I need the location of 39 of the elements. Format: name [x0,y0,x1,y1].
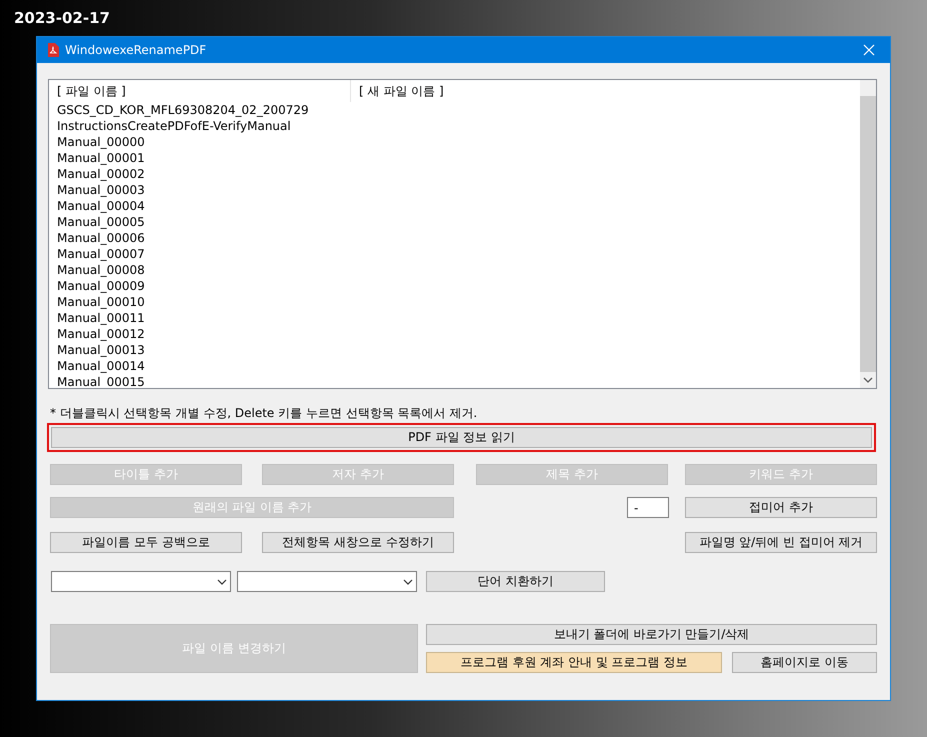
file-name[interactable]: Manual_00015 [49,374,860,388]
file-name[interactable]: Manual_00010 [49,294,860,310]
read-pdf-button[interactable]: PDF 파일 정보 읽기 [51,427,872,448]
send-to-shortcut-button[interactable]: 보내기 폴더에 바로가기 만들기/삭제 [426,624,877,645]
chevron-down-icon [403,578,413,584]
file-name[interactable]: Manual_00006 [49,230,860,246]
column-header[interactable]: [ 새 파일 이름 ] [351,80,444,102]
file-name[interactable]: Manual_00008 [49,262,860,278]
file-name[interactable]: GSCS_CD_KOR_MFL69308204_02_200729 [49,102,860,118]
scrollbar[interactable] [860,80,876,388]
file-name[interactable]: Manual_00011 [49,310,860,326]
file-name[interactable]: Manual_00007 [49,246,860,262]
hint-text: * 더블클릭시 선택항목 개별 수정, Delete 키를 누르면 선택항목 목록에서 제거. [50,405,478,421]
file-name[interactable]: Manual_00001 [49,150,860,166]
file-name[interactable]: Manual_00003 [49,182,860,198]
file-name[interactable]: Manual_00013 [49,342,860,358]
word-dropdown[interactable] [51,571,231,592]
file-name[interactable]: Manual_00002 [49,166,860,182]
column-header[interactable]: [ 파일 이름 ] [49,80,351,102]
add-suffix-button[interactable]: 접미어 추가 [685,497,877,518]
file-name[interactable]: Manual_00014 [49,358,860,374]
window-title: WindowexeRenamePDF [65,43,208,57]
file-name[interactable]: Manual_00004 [49,198,860,214]
file-name[interactable]: Manual_00005 [49,214,860,230]
chevron-down-icon [217,578,227,584]
program-info-button[interactable]: 프로그램 후원 계좌 안내 및 프로그램 정보 [426,652,722,673]
homepage-button[interactable]: 홈페이지로 이동 [732,652,877,673]
file-name[interactable]: Manual_00009 [49,278,860,294]
word-dropdown[interactable] [237,571,417,592]
suffix-field[interactable]: - [627,497,669,518]
pdf-icon [47,43,59,57]
blank-names-button[interactable]: 파일이름 모두 공백으로 [50,532,242,553]
remove-suffix-button[interactable]: 파일명 앞/뒤에 빈 접미어 제거 [685,532,877,553]
date-label: 2023-02-17 [13,8,110,28]
file-name[interactable]: Manual_00012 [49,326,860,342]
edit-all-button[interactable]: 전체항목 새창으로 수정하기 [262,532,454,553]
file-name[interactable]: InstructionsCreatePDFofE-VerifyManual [49,118,860,134]
file-name[interactable]: Manual_00000 [49,134,860,150]
replace-words-button[interactable]: 단어 치환하기 [426,571,605,592]
